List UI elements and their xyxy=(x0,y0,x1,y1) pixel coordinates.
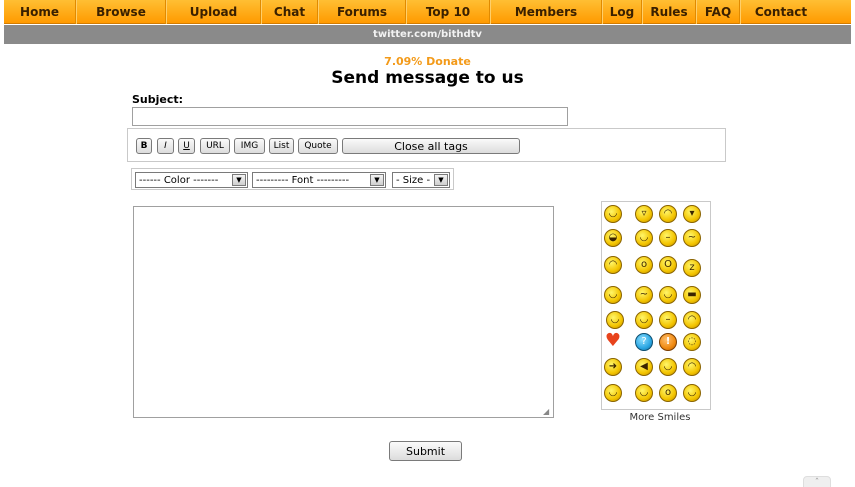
color-select-value: ------ Color ------- xyxy=(139,174,219,186)
wave-icon[interactable]: ◡ xyxy=(606,311,624,329)
frown-icon[interactable]: ◠ xyxy=(683,311,701,329)
subject-label: Subject: xyxy=(132,93,184,106)
happy-icon[interactable]: ◡ xyxy=(659,286,677,304)
format-selects: ------ Color ------- ▼ --------- Font --… xyxy=(131,168,454,190)
color-select[interactable]: ------ Color ------- ▼ xyxy=(135,172,248,188)
scroll-top-icon[interactable]: ˆ xyxy=(803,476,831,487)
arrow-left-icon[interactable]: ◀ xyxy=(635,358,653,376)
oops-icon[interactable]: o xyxy=(659,384,677,402)
wink-icon[interactable]: ◡ xyxy=(635,229,653,247)
shocked-icon[interactable]: o xyxy=(635,256,653,274)
nav-item-log[interactable]: Log xyxy=(602,0,642,24)
angel-icon[interactable]: ◡ xyxy=(604,286,622,304)
nav-item-rules[interactable]: Rules xyxy=(642,0,696,24)
nav-item-contact[interactable]: Contact xyxy=(740,0,821,24)
arrow-right-icon[interactable]: ➜ xyxy=(604,358,622,376)
size-select-value: - Size - xyxy=(396,174,431,186)
nav-item-browse[interactable]: Browse xyxy=(76,0,166,24)
evil-icon[interactable]: ◠ xyxy=(683,358,701,376)
chevron-down-icon: ▼ xyxy=(370,174,384,186)
resize-grip-icon[interactable]: ◢ xyxy=(543,407,552,416)
underline-button[interactable]: U xyxy=(178,138,195,154)
big-laugh-icon[interactable]: ▾ xyxy=(683,205,701,223)
subject-input[interactable] xyxy=(132,107,568,126)
hmm-icon[interactable]: ◡ xyxy=(659,358,677,376)
idea-icon[interactable]: ◌ xyxy=(683,333,701,351)
chevron-down-icon: ▼ xyxy=(434,174,448,186)
url-button[interactable]: URL xyxy=(200,138,230,154)
surprised-icon[interactable]: O xyxy=(659,256,677,274)
page-title: Send message to us xyxy=(331,68,524,88)
silly-icon[interactable]: ~ xyxy=(683,229,701,247)
plain-icon[interactable]: – xyxy=(659,311,677,329)
more-smiles-link[interactable]: More Smiles xyxy=(601,412,719,423)
list-button[interactable]: List xyxy=(269,138,294,154)
sad-icon[interactable]: ◠ xyxy=(604,256,622,274)
size-select[interactable]: - Size - ▼ xyxy=(392,172,450,188)
tongue-icon[interactable]: ◒ xyxy=(604,229,622,247)
blush-icon[interactable]: ◡ xyxy=(635,311,653,329)
nav-item-faq[interactable]: FAQ xyxy=(696,0,740,24)
smirk-icon[interactable]: ◡ xyxy=(683,384,701,402)
bbcode-toolbar: B I U URL IMG List Quote Close all tags xyxy=(127,128,726,162)
italic-button[interactable]: I xyxy=(157,138,174,154)
shy-icon[interactable]: ◡ xyxy=(604,384,622,402)
img-button[interactable]: IMG xyxy=(234,138,265,154)
cool-icon[interactable]: ▬ xyxy=(683,286,701,304)
bold-button[interactable]: B xyxy=(136,138,152,154)
twitter-link[interactable]: twitter.com/bithdtv xyxy=(373,29,482,40)
nav-item-upload[interactable]: Upload xyxy=(166,0,261,24)
grin-icon[interactable]: ▿ xyxy=(635,205,653,223)
message-textarea[interactable] xyxy=(133,206,554,418)
nav-item-members[interactable]: Members xyxy=(490,0,602,24)
font-select-value: --------- Font --------- xyxy=(256,174,350,186)
heart-icon[interactable]: ♥ xyxy=(604,332,622,350)
submit-button[interactable]: Submit xyxy=(389,441,462,461)
nav-item-home[interactable]: Home xyxy=(4,0,76,24)
main-nav: Home Browse Upload Chat Forums Top 10 Members L… xyxy=(4,0,851,24)
kiss-icon[interactable]: ◡ xyxy=(635,384,653,402)
nav-item-chat[interactable]: Chat xyxy=(261,0,318,24)
quote-button[interactable]: Quote xyxy=(298,138,338,154)
confused-icon[interactable]: ~ xyxy=(635,286,653,304)
nav-item-top-10[interactable]: Top 10 xyxy=(406,0,490,24)
question-icon[interactable]: ? xyxy=(635,333,653,351)
smile-icon[interactable]: ◡ xyxy=(604,205,622,223)
twitter-banner[interactable]: twitter.com/bithdtv xyxy=(4,25,851,44)
sleepy-icon[interactable]: z xyxy=(683,259,701,277)
font-select[interactable]: --------- Font --------- ▼ xyxy=(252,172,386,188)
laugh-icon[interactable]: ◠ xyxy=(659,205,677,223)
close-all-tags-button[interactable]: Close all tags xyxy=(342,138,520,154)
neutral-icon[interactable]: – xyxy=(659,229,677,247)
exclamation-icon[interactable]: ! xyxy=(659,333,677,351)
chevron-down-icon: ▼ xyxy=(232,174,246,186)
smilies-panel: ◡ ▿ ◠ ▾ ◒ ◡ – ~ ◠ o O z ◡ ~ ◡ ▬ ◡ ◡ – ◠ … xyxy=(601,201,711,410)
donate-link[interactable]: 7.09% Donate xyxy=(0,55,855,68)
nav-item-forums[interactable]: Forums xyxy=(318,0,406,24)
